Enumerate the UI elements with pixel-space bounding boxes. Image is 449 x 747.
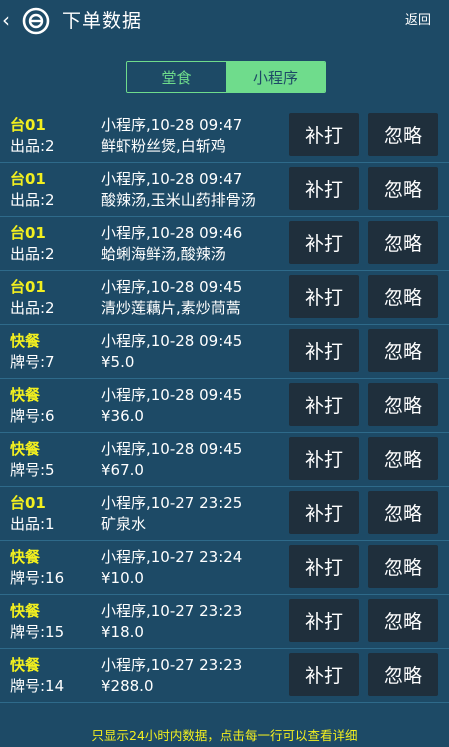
reprint-button[interactable]: 补打 [289, 545, 359, 588]
order-row[interactable]: 台01 出品:1 小程序,10-27 23:25 矿泉水 补打 忽略 [0, 487, 449, 541]
order-detail: ¥18.0 [101, 623, 144, 641]
page-title: 下单数据 [62, 10, 143, 32]
order-tag: 台01 [10, 494, 46, 512]
order-detail: ¥288.0 [101, 677, 154, 695]
reprint-button[interactable]: 补打 [289, 275, 359, 318]
order-time: 小程序,10-27 23:25 [101, 494, 243, 512]
order-detail: ¥36.0 [101, 407, 144, 425]
order-tag: 快餐 [10, 548, 41, 566]
order-time: 小程序,10-28 09:47 [101, 116, 243, 134]
order-time: 小程序,10-28 09:45 [101, 332, 243, 350]
order-tag: 快餐 [10, 440, 41, 458]
order-detail: 酸辣汤,玉米山药排骨汤 [101, 191, 256, 209]
order-sub: 出品:2 [10, 299, 55, 317]
reprint-button[interactable]: 补打 [289, 653, 359, 696]
ignore-button[interactable]: 忽略 [368, 599, 438, 642]
footer-note: 只显示24小时内数据，点击每一行可以查看详细 [91, 728, 358, 743]
order-row[interactable]: 快餐 牌号:16 小程序,10-27 23:24 ¥10.0 补打 忽略 [0, 541, 449, 595]
order-tag: 台01 [10, 170, 46, 188]
reprint-button[interactable]: 补打 [289, 167, 359, 210]
header-bar: ‹ 下单数据 返回 [0, 0, 449, 44]
order-tag: 快餐 [10, 656, 41, 674]
ignore-button[interactable]: 忽略 [368, 329, 438, 372]
ignore-button[interactable]: 忽略 [368, 167, 438, 210]
order-list: 台01 出品:2 小程序,10-28 09:47 鲜虾粉丝煲,白斩鸡 补打 忽略… [0, 109, 449, 703]
order-detail: 蛤蜊海鲜汤,酸辣汤 [101, 245, 226, 263]
order-sub: 牌号:15 [10, 623, 65, 641]
reprint-button[interactable]: 补打 [289, 437, 359, 480]
reprint-button[interactable]: 补打 [289, 221, 359, 264]
ignore-button[interactable]: 忽略 [368, 437, 438, 480]
ignore-button[interactable]: 忽略 [368, 113, 438, 156]
order-tag: 快餐 [10, 602, 41, 620]
order-detail: 矿泉水 [101, 515, 147, 533]
reprint-button[interactable]: 补打 [289, 329, 359, 372]
app-logo-icon [22, 7, 50, 35]
order-sub: 出品:2 [10, 191, 55, 209]
order-detail: ¥10.0 [101, 569, 144, 587]
order-row[interactable]: 快餐 牌号:5 小程序,10-28 09:45 ¥67.0 补打 忽略 [0, 433, 449, 487]
ignore-button[interactable]: 忽略 [368, 275, 438, 318]
order-time: 小程序,10-28 09:45 [101, 440, 243, 458]
order-row[interactable]: 台01 出品:2 小程序,10-28 09:47 鲜虾粉丝煲,白斩鸡 补打 忽略 [0, 109, 449, 163]
order-tag: 台01 [10, 116, 46, 134]
order-sub: 牌号:5 [10, 461, 55, 479]
order-row[interactable]: 台01 出品:2 小程序,10-28 09:46 蛤蜊海鲜汤,酸辣汤 补打 忽略 [0, 217, 449, 271]
order-time: 小程序,10-27 23:23 [101, 602, 243, 620]
reprint-button[interactable]: 补打 [289, 599, 359, 642]
order-row[interactable]: 快餐 牌号:7 小程序,10-28 09:45 ¥5.0 补打 忽略 [0, 325, 449, 379]
reprint-button[interactable]: 补打 [289, 491, 359, 534]
order-row[interactable]: 快餐 牌号:14 小程序,10-27 23:23 ¥288.0 补打 忽略 [0, 649, 449, 703]
order-sub: 牌号:16 [10, 569, 65, 587]
order-sub: 牌号:7 [10, 353, 55, 371]
order-tag: 台01 [10, 278, 46, 296]
ignore-button[interactable]: 忽略 [368, 545, 438, 588]
back-chevron-icon[interactable]: ‹ [2, 8, 10, 32]
reprint-button[interactable]: 补打 [289, 383, 359, 426]
order-time: 小程序,10-27 23:23 [101, 656, 243, 674]
order-tag: 台01 [10, 224, 46, 242]
tab-dine-in[interactable]: 堂食 [127, 62, 226, 92]
ignore-button[interactable]: 忽略 [368, 221, 438, 264]
order-tag: 快餐 [10, 386, 41, 404]
ignore-button[interactable]: 忽略 [368, 383, 438, 426]
reprint-button[interactable]: 补打 [289, 113, 359, 156]
order-sub: 牌号:6 [10, 407, 55, 425]
order-row[interactable]: 快餐 牌号:6 小程序,10-28 09:45 ¥36.0 补打 忽略 [0, 379, 449, 433]
order-time: 小程序,10-28 09:47 [101, 170, 243, 188]
order-sub: 出品:2 [10, 137, 55, 155]
tab-bar: 堂食 小程序 [126, 61, 326, 93]
order-detail: 鲜虾粉丝煲,白斩鸡 [101, 137, 226, 155]
order-row[interactable]: 快餐 牌号:15 小程序,10-27 23:23 ¥18.0 补打 忽略 [0, 595, 449, 649]
order-row[interactable]: 台01 出品:2 小程序,10-28 09:45 清炒莲藕片,素炒茼蒿 补打 忽… [0, 271, 449, 325]
ignore-button[interactable]: 忽略 [368, 653, 438, 696]
order-sub: 牌号:14 [10, 677, 65, 695]
order-time: 小程序,10-28 09:46 [101, 224, 243, 242]
tab-mini-program[interactable]: 小程序 [226, 62, 325, 92]
order-detail: ¥5.0 [101, 353, 135, 371]
order-time: 小程序,10-28 09:45 [101, 386, 243, 404]
return-button[interactable]: 返回 [405, 12, 431, 30]
order-time: 小程序,10-28 09:45 [101, 278, 243, 296]
order-detail: ¥67.0 [101, 461, 144, 479]
order-sub: 出品:1 [10, 515, 55, 533]
order-detail: 清炒莲藕片,素炒茼蒿 [101, 299, 241, 317]
order-sub: 出品:2 [10, 245, 55, 263]
order-time: 小程序,10-27 23:24 [101, 548, 243, 566]
order-tag: 快餐 [10, 332, 41, 350]
ignore-button[interactable]: 忽略 [368, 491, 438, 534]
order-row[interactable]: 台01 出品:2 小程序,10-28 09:47 酸辣汤,玉米山药排骨汤 补打 … [0, 163, 449, 217]
